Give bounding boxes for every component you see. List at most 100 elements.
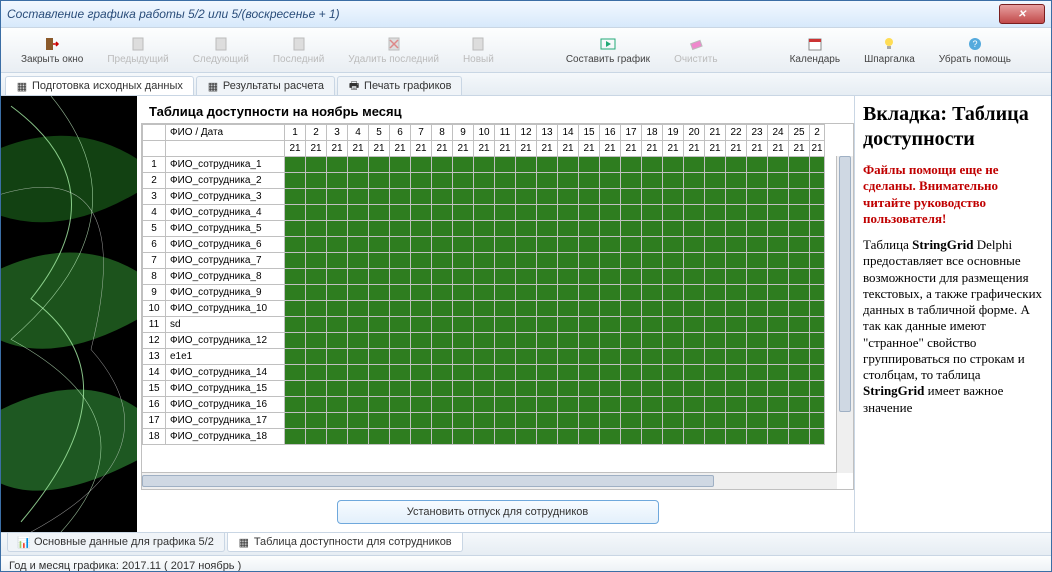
availability-cell[interactable] (579, 253, 600, 269)
table-row[interactable]: 4ФИО_сотрудника_4 (143, 205, 825, 221)
availability-cell[interactable] (390, 429, 411, 445)
availability-cell[interactable] (327, 333, 348, 349)
availability-cell[interactable] (411, 189, 432, 205)
availability-cell[interactable] (348, 269, 369, 285)
availability-cell[interactable] (495, 237, 516, 253)
table-row[interactable]: 12ФИО_сотрудника_12 (143, 333, 825, 349)
availability-cell[interactable] (285, 221, 306, 237)
availability-cell[interactable] (726, 237, 747, 253)
availability-cell[interactable] (810, 221, 825, 237)
availability-cell[interactable] (390, 397, 411, 413)
availability-cell[interactable] (579, 349, 600, 365)
availability-cell[interactable] (621, 269, 642, 285)
availability-cell[interactable] (348, 205, 369, 221)
availability-cell[interactable] (369, 429, 390, 445)
availability-cell[interactable] (579, 365, 600, 381)
availability-cell[interactable] (495, 381, 516, 397)
availability-cell[interactable] (453, 269, 474, 285)
availability-cell[interactable] (474, 189, 495, 205)
availability-cell[interactable] (453, 301, 474, 317)
availability-cell[interactable] (474, 253, 495, 269)
availability-cell[interactable] (327, 413, 348, 429)
availability-cell[interactable] (558, 173, 579, 189)
availability-cell[interactable] (453, 381, 474, 397)
availability-cell[interactable] (768, 253, 789, 269)
availability-cell[interactable] (663, 429, 684, 445)
availability-cell[interactable] (348, 189, 369, 205)
table-row[interactable]: 3ФИО_сотрудника_3 (143, 189, 825, 205)
vertical-scrollbar[interactable] (836, 156, 853, 473)
availability-cell[interactable] (768, 333, 789, 349)
availability-cell[interactable] (684, 237, 705, 253)
availability-cell[interactable] (285, 189, 306, 205)
tab-print[interactable]: 🖶Печать графиков (337, 76, 462, 95)
availability-cell[interactable] (558, 365, 579, 381)
availability-cell[interactable] (411, 365, 432, 381)
availability-cell[interactable] (474, 157, 495, 173)
availability-cell[interactable] (453, 317, 474, 333)
availability-cell[interactable] (579, 317, 600, 333)
availability-cell[interactable] (705, 205, 726, 221)
availability-cell[interactable] (516, 205, 537, 221)
availability-cell[interactable] (747, 349, 768, 365)
availability-cell[interactable] (453, 365, 474, 381)
availability-cell[interactable] (537, 333, 558, 349)
availability-cell[interactable] (327, 173, 348, 189)
availability-cell[interactable] (432, 173, 453, 189)
prev-button[interactable]: Предыдущий (99, 34, 176, 67)
availability-cell[interactable] (495, 157, 516, 173)
availability-cell[interactable] (474, 173, 495, 189)
availability-cell[interactable] (453, 285, 474, 301)
availability-cell[interactable] (726, 205, 747, 221)
availability-cell[interactable] (789, 269, 810, 285)
availability-cell[interactable] (789, 205, 810, 221)
bottom-tab-availability[interactable]: ▦Таблица доступности для сотрудников (227, 533, 463, 552)
availability-cell[interactable] (327, 285, 348, 301)
availability-cell[interactable] (432, 333, 453, 349)
availability-cell[interactable] (558, 413, 579, 429)
availability-cell[interactable] (327, 189, 348, 205)
availability-cell[interactable] (369, 381, 390, 397)
availability-cell[interactable] (348, 381, 369, 397)
availability-cell[interactable] (516, 429, 537, 445)
availability-cell[interactable] (810, 285, 825, 301)
availability-cell[interactable] (285, 205, 306, 221)
availability-cell[interactable] (747, 237, 768, 253)
availability-cell[interactable] (642, 381, 663, 397)
table-row[interactable]: 2ФИО_сотрудника_2 (143, 173, 825, 189)
availability-cell[interactable] (306, 349, 327, 365)
availability-cell[interactable] (705, 429, 726, 445)
availability-cell[interactable] (663, 365, 684, 381)
make-schedule-button[interactable]: Составить график (558, 34, 658, 67)
availability-cell[interactable] (495, 413, 516, 429)
availability-cell[interactable] (432, 381, 453, 397)
availability-cell[interactable] (327, 301, 348, 317)
availability-cell[interactable] (474, 237, 495, 253)
availability-cell[interactable] (663, 237, 684, 253)
availability-cell[interactable] (474, 317, 495, 333)
availability-cell[interactable] (516, 221, 537, 237)
table-row[interactable]: 14ФИО_сотрудника_14 (143, 365, 825, 381)
availability-cell[interactable] (747, 381, 768, 397)
employee-name[interactable]: ФИО_сотрудника_6 (166, 237, 285, 253)
availability-cell[interactable] (516, 349, 537, 365)
availability-cell[interactable] (726, 429, 747, 445)
table-row[interactable]: 8ФИО_сотрудника_8 (143, 269, 825, 285)
availability-cell[interactable] (348, 253, 369, 269)
availability-cell[interactable] (726, 285, 747, 301)
availability-cell[interactable] (600, 173, 621, 189)
delete-last-button[interactable]: Удалить последний (340, 34, 447, 67)
availability-cell[interactable] (663, 413, 684, 429)
availability-cell[interactable] (747, 301, 768, 317)
availability-cell[interactable] (789, 285, 810, 301)
availability-cell[interactable] (306, 221, 327, 237)
availability-cell[interactable] (495, 397, 516, 413)
availability-cell[interactable] (411, 285, 432, 301)
availability-cell[interactable] (411, 301, 432, 317)
availability-cell[interactable] (600, 269, 621, 285)
availability-cell[interactable] (726, 189, 747, 205)
availability-cell[interactable] (537, 365, 558, 381)
availability-cell[interactable] (579, 269, 600, 285)
clear-button[interactable]: Очистить (666, 34, 726, 67)
availability-cell[interactable] (684, 333, 705, 349)
